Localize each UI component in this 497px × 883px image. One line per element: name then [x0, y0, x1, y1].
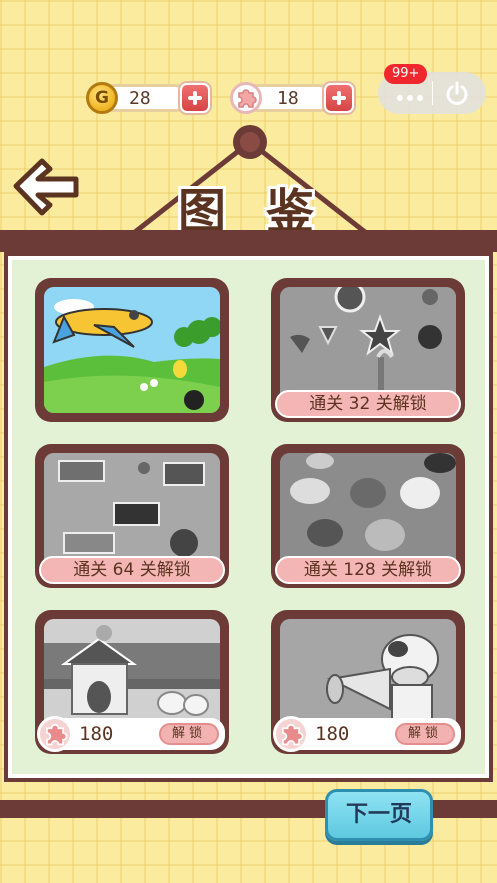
buy-bar-cow: 180 解锁 — [273, 716, 461, 752]
price-cow: 180 — [315, 723, 350, 745]
arrow-left-icon — [13, 158, 79, 216]
next-page-button[interactable]: 下一页 — [325, 789, 433, 841]
lock-requirement-candy: 通关 32 关解锁 — [275, 390, 461, 418]
piece-count: 18 — [277, 88, 299, 109]
lock-requirement-cats: 通关 128 关解锁 — [275, 556, 461, 584]
add-coins-button[interactable] — [180, 83, 210, 113]
price-birdhouse: 180 — [79, 723, 114, 745]
gallery-card-cow[interactable]: 180 解锁 — [271, 610, 465, 754]
puzzle-piece-icon — [37, 716, 73, 752]
buy-bar-birdhouse: 180 解锁 — [37, 716, 225, 752]
puzzle-piece-icon — [273, 716, 309, 752]
gallery-card-cake[interactable]: 通关 64 关解锁 — [35, 444, 229, 588]
coin-count: 28 — [129, 88, 151, 109]
lock-requirement-cake: 通关 64 关解锁 — [39, 556, 225, 584]
unlock-button-cow[interactable]: 解锁 — [395, 723, 455, 745]
landscape-picture — [44, 287, 220, 413]
gallery-card-landscape[interactable] — [35, 278, 229, 422]
coin-icon: G — [86, 82, 118, 114]
gallery-card-birdhouse[interactable]: 180 解锁 — [35, 610, 229, 754]
capsule-divider — [432, 81, 433, 105]
more-dots-icon[interactable] — [390, 82, 430, 104]
notification-badge: 99+ — [384, 64, 428, 84]
puzzle-piece-icon — [230, 82, 262, 114]
gallery-card-cats[interactable]: 通关 128 关解锁 — [271, 444, 465, 588]
gallery-card-candy[interactable]: 通关 32 关解锁 — [271, 278, 465, 422]
unlock-button-birdhouse[interactable]: 解锁 — [159, 723, 219, 745]
add-pieces-button[interactable] — [324, 83, 354, 113]
power-icon[interactable] — [442, 78, 472, 108]
back-button[interactable] — [10, 155, 82, 221]
top-shelf — [0, 230, 497, 252]
